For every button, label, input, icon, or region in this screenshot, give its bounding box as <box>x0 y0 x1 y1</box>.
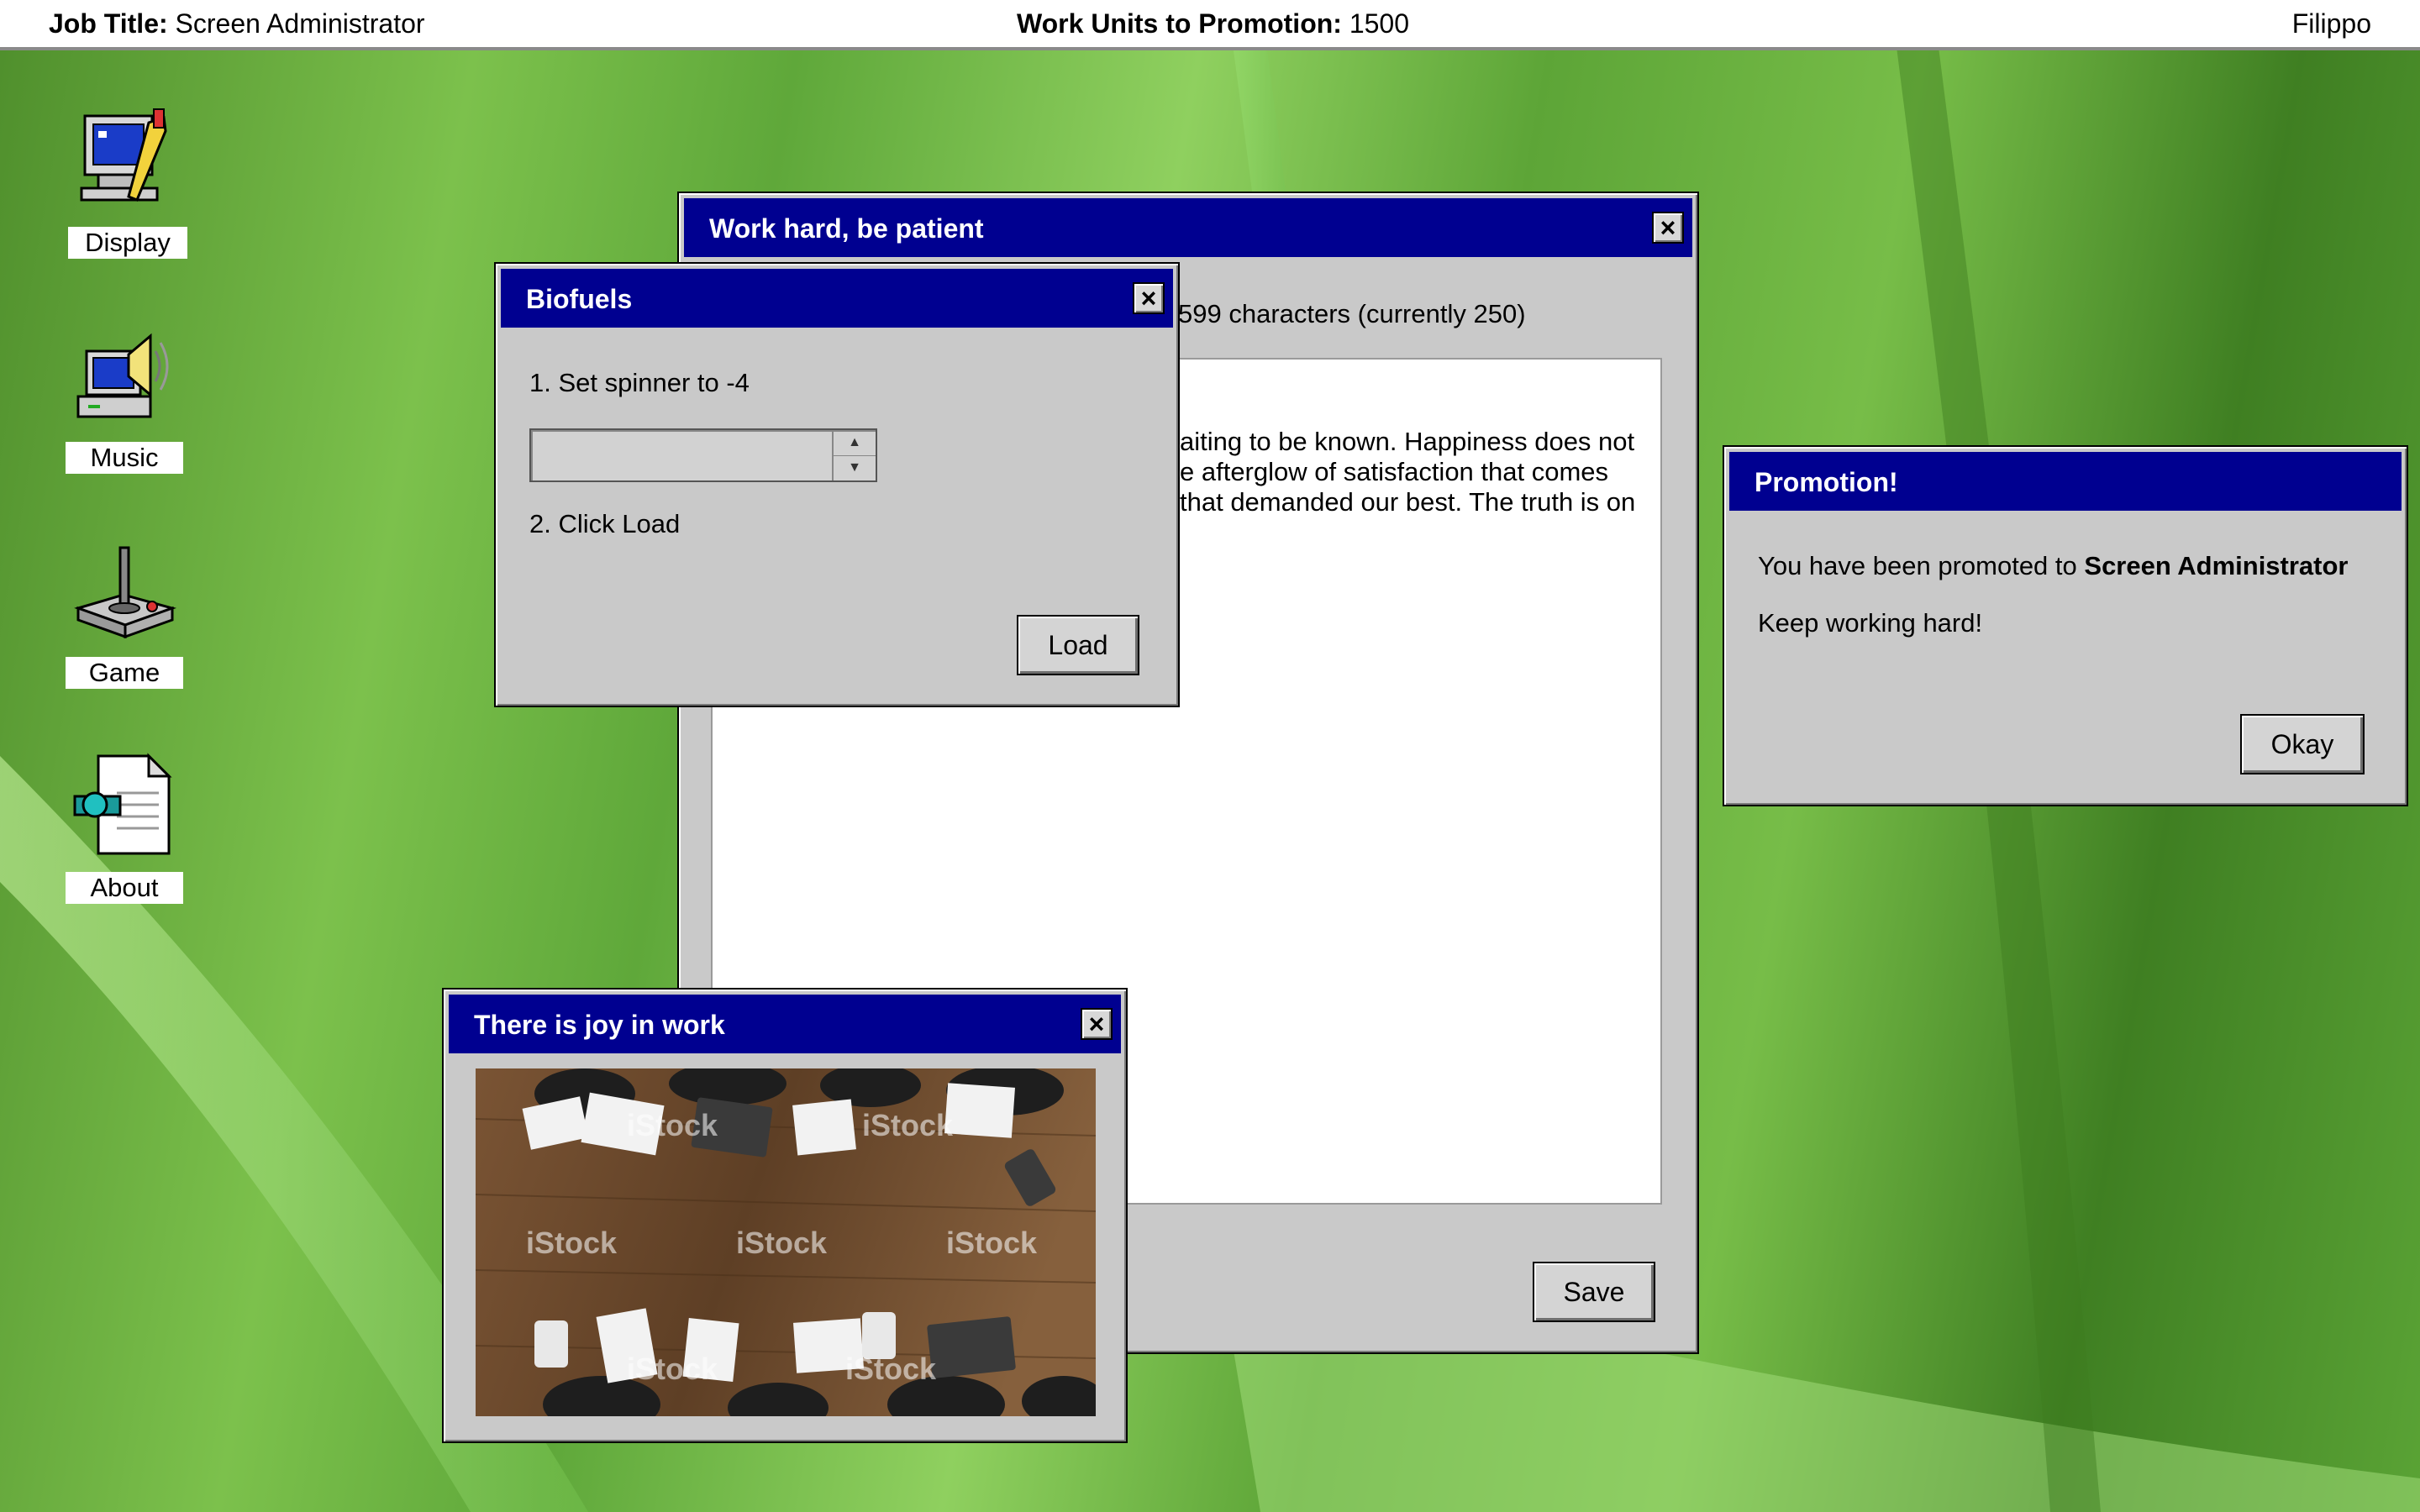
job-title-label: Job Title: <box>49 8 168 39</box>
desktop-icon-about[interactable]: About <box>49 751 200 904</box>
load-button[interactable]: Load <box>1017 615 1139 675</box>
work-units-label: Work Units to Promotion: <box>1017 8 1342 39</box>
promotion-window-titlebar[interactable]: Promotion! <box>1729 452 2402 511</box>
spinner-down-icon[interactable]: ▼ <box>832 455 876 480</box>
watermark-text: iStock <box>736 1226 828 1260</box>
desktop-icon-label: Music <box>66 442 183 474</box>
user-name: Filippo <box>2291 8 2371 39</box>
display-icon <box>73 106 182 215</box>
promotion-message-2: Keep working hard! <box>1758 608 1983 638</box>
work-window-titlebar[interactable]: Work hard, be patient × <box>684 198 1692 257</box>
watermark-text: iStock <box>845 1352 937 1386</box>
promotion-message: You have been promoted to Screen Adminis… <box>1758 551 2349 581</box>
close-icon[interactable]: × <box>1133 282 1165 314</box>
watermark-text: iStock <box>862 1108 954 1142</box>
desktop-icon-game[interactable]: Game <box>49 536 200 689</box>
watermark-text: iStock <box>526 1226 618 1260</box>
work-text-line: that demanded our best. The truth is on <box>1180 487 1636 517</box>
desktop-icon-label: Display <box>68 227 187 259</box>
watermark-text: iStock <box>627 1108 718 1142</box>
watermark-text: iStock <box>946 1226 1038 1260</box>
save-button[interactable]: Save <box>1533 1262 1655 1322</box>
desktop-icon-label: Game <box>66 657 183 689</box>
spinner-input[interactable]: ▲ ▼ <box>529 428 877 482</box>
biofuels-step2: 2. Click Load <box>529 509 681 538</box>
promotion-message-prefix: You have been promoted to <box>1758 551 2077 580</box>
biofuels-step1: 1. Set spinner to -4 <box>529 368 750 397</box>
work-units: Work Units to Promotion: 1500 <box>1017 8 1409 39</box>
promotion-window: Promotion! You have been promoted to Scr… <box>1723 445 2408 806</box>
joy-window: There is joy in work × iStock iStock iSt… <box>442 988 1128 1443</box>
job-title: Job Title: Screen Administrator <box>49 8 425 39</box>
spinner-up-icon[interactable]: ▲ <box>832 430 876 456</box>
biofuels-window-titlebar[interactable]: Biofuels × <box>501 269 1173 328</box>
char-count-info: 599 characters (currently 250) <box>1178 299 1526 328</box>
joy-window-title: There is joy in work <box>474 1010 725 1040</box>
desktop-icon-display[interactable]: Display <box>52 106 203 259</box>
work-units-value: 1500 <box>1349 8 1410 39</box>
watermark-text: iStock <box>627 1352 718 1386</box>
okay-button[interactable]: Okay <box>2240 714 2365 774</box>
desktop-icon-music[interactable]: Music <box>49 321 200 474</box>
work-text-line: aiting to be known. Happiness does not <box>1180 427 1635 456</box>
close-icon[interactable]: × <box>1081 1008 1113 1040</box>
game-joystick-icon <box>70 536 179 645</box>
biofuels-window: Biofuels × 1. Set spinner to -4 ▲ ▼ 2. C… <box>494 262 1180 707</box>
music-icon <box>70 321 179 430</box>
about-document-icon <box>70 751 179 860</box>
work-window-title: Work hard, be patient <box>709 213 984 244</box>
promotion-window-title: Promotion! <box>1754 467 1898 497</box>
top-status-bar: Job Title: Screen Administrator Work Uni… <box>0 0 2420 50</box>
joy-window-titlebar[interactable]: There is joy in work × <box>449 995 1121 1053</box>
close-icon[interactable]: × <box>1652 212 1684 244</box>
work-text-line: e afterglow of satisfaction that comes <box>1180 457 1609 486</box>
biofuels-window-title: Biofuels <box>526 284 633 314</box>
job-title-value: Screen Administrator <box>175 8 425 39</box>
promotion-role: Screen Administrator <box>2084 551 2349 580</box>
desktop-icon-label: About <box>66 872 183 904</box>
office-meeting-image: iStock iStock iStock iStock iStock iStoc… <box>476 1068 1096 1416</box>
